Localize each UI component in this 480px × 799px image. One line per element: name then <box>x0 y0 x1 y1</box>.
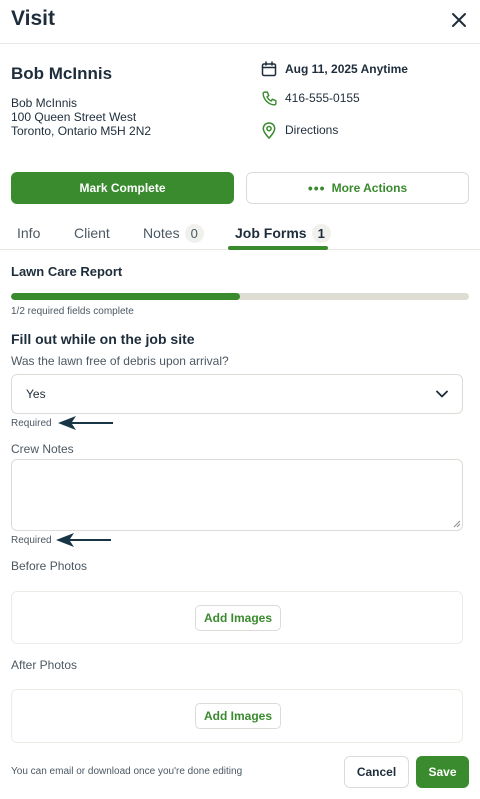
tab-bar: Info Client Notes 0 Job Forms 1 <box>0 216 480 250</box>
tab-job-forms[interactable]: Job Forms 1 <box>235 216 331 250</box>
cancel-button[interactable]: Cancel <box>344 756 409 788</box>
arrow-left-icon <box>56 533 111 547</box>
calendar-icon <box>260 60 278 78</box>
resize-grip-icon[interactable] <box>452 519 461 528</box>
before-photos-label: Before Photos <box>11 559 88 573</box>
job-forms-count-badge: 1 <box>311 223 331 243</box>
visit-date-text: Aug 11, 2025 Anytime <box>285 62 408 76</box>
close-icon[interactable] <box>450 11 468 29</box>
crew-notes-field[interactable] <box>11 459 463 531</box>
tab-client-label: Client <box>74 225 110 241</box>
crew-notes-label: Crew Notes <box>11 442 74 456</box>
chevron-down-icon <box>436 390 448 398</box>
address-line: Bob McInnis <box>11 96 78 110</box>
address-line: 100 Queen Street West <box>11 110 137 124</box>
before-photos-dropzone: Add Images <box>11 591 463 644</box>
add-before-images-button[interactable]: Add Images <box>195 605 281 631</box>
header: Visit <box>0 0 480 44</box>
footer-note: You can email or download once you're do… <box>11 766 243 777</box>
notes-count-badge: 0 <box>184 223 204 243</box>
section-title: Fill out while on the job site <box>11 331 195 347</box>
phone-link[interactable]: 416-555-0155 <box>260 89 360 107</box>
directions-text: Directions <box>285 123 339 137</box>
progress-bar <box>11 293 469 300</box>
progress-text: 1/2 required fields complete <box>11 306 134 317</box>
required-hint: Required <box>11 418 52 429</box>
page-title: Visit <box>11 7 55 30</box>
debris-select-value: Yes <box>26 387 46 401</box>
debris-select[interactable]: Yes <box>11 374 463 414</box>
add-after-images-button[interactable]: Add Images <box>195 703 281 729</box>
after-photos-dropzone: Add Images <box>11 689 463 743</box>
mark-complete-button[interactable]: Mark Complete <box>11 172 234 204</box>
tab-notes[interactable]: Notes 0 <box>143 216 204 250</box>
form-title: Lawn Care Report <box>11 264 123 279</box>
active-tab-indicator <box>228 246 328 250</box>
more-dots-icon: ••• <box>307 180 326 196</box>
required-hint: Required <box>11 535 52 546</box>
more-actions-label: More Actions <box>331 181 408 195</box>
tab-info[interactable]: Info <box>17 216 40 250</box>
phone-text: 416-555-0155 <box>285 91 360 105</box>
map-pin-icon <box>260 121 278 139</box>
visit-date: Aug 11, 2025 Anytime <box>260 60 408 78</box>
address-line: Toronto, Ontario M5H 2N2 <box>11 124 152 138</box>
save-button[interactable]: Save <box>416 756 469 788</box>
progress-fill <box>11 293 240 300</box>
tab-notes-label: Notes <box>143 225 180 241</box>
tab-info-label: Info <box>17 225 41 241</box>
more-actions-button[interactable]: ••• More Actions <box>246 172 469 204</box>
after-photos-label: After Photos <box>11 658 78 672</box>
client-name: Bob McInnis <box>11 64 113 83</box>
tab-client[interactable]: Client <box>74 216 110 250</box>
arrow-left-icon <box>58 416 113 430</box>
tab-job-forms-label: Job Forms <box>235 225 307 241</box>
phone-icon <box>260 89 278 107</box>
question-label: Was the lawn free of debris upon arrival… <box>11 354 229 368</box>
client-address: Bob McInnis 100 Queen Street West Toront… <box>11 96 151 138</box>
directions-link[interactable]: Directions <box>260 121 338 139</box>
